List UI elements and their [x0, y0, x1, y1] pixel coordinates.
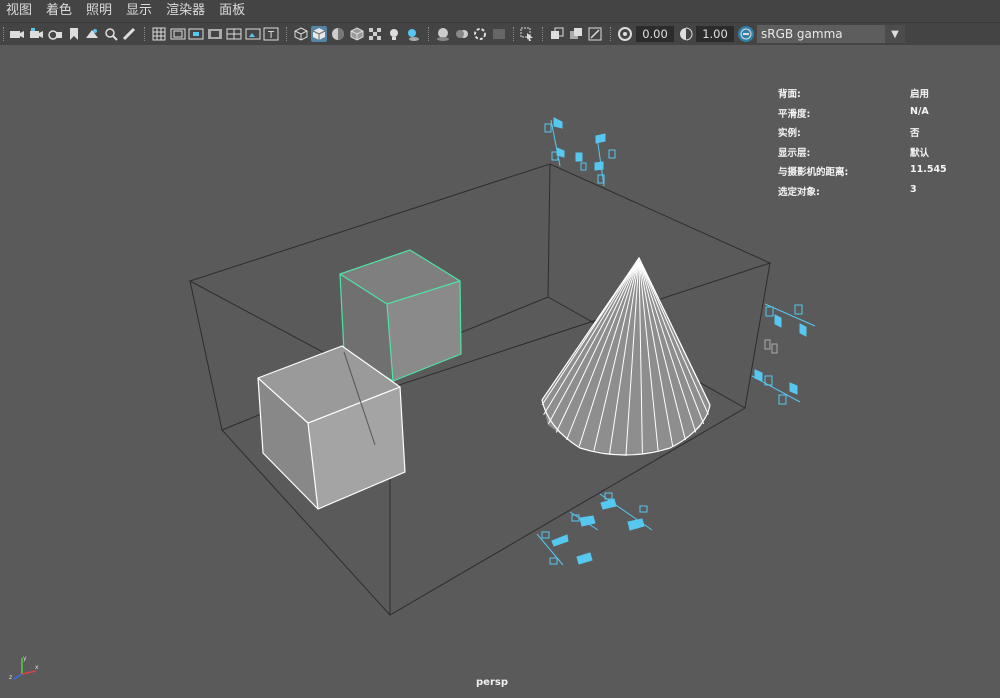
hud-row-backface: 背面: 启用	[778, 86, 978, 106]
view-transform-value: sRGB gamma	[761, 27, 843, 41]
svg-text:x: x	[35, 664, 39, 671]
film-gate-icon[interactable]	[170, 26, 186, 42]
safe-title-icon[interactable]: T	[263, 26, 279, 42]
wireframe-icon[interactable]	[293, 26, 309, 42]
gamma-field[interactable]: 1.00	[696, 26, 734, 42]
grease-pencil-icon[interactable]	[121, 26, 137, 42]
gate-mask-icon[interactable]	[207, 26, 223, 42]
resolution-gate-icon[interactable]	[188, 26, 204, 42]
hud-label: 选定对象:	[778, 186, 820, 198]
wireframe-on-shaded-icon[interactable]	[349, 26, 365, 42]
menu-renderer[interactable]: 渲染器	[160, 0, 213, 22]
3d-viewport[interactable]: 背面: 启用 平滑度: N/A 实例: 否 显示层: 默认 与摄影机的距离: 1…	[0, 45, 1000, 698]
field-chart-icon[interactable]	[226, 26, 242, 42]
view-transform-dropdown[interactable]: sRGB gamma ▼	[757, 25, 905, 43]
panel-toolbar: T 0.00 1.00 sRGB gamma ▼	[0, 22, 1000, 45]
hud-value: N/A	[910, 105, 929, 117]
hud-label: 与摄影机的距离:	[778, 167, 849, 179]
axis-gizmo-icon: y x z	[9, 655, 39, 681]
safe-action-icon[interactable]	[245, 26, 261, 42]
hud-value: 否	[910, 128, 920, 140]
multisample-aa-icon[interactable]	[472, 26, 488, 42]
image-plane-icon[interactable]	[84, 26, 100, 42]
hud-label: 显示层:	[778, 147, 811, 159]
menu-view[interactable]: 视图	[0, 0, 40, 22]
toolbar-separator	[3, 27, 5, 41]
hud-value: 默认	[910, 147, 930, 159]
handle-top[interactable]	[544, 117, 616, 187]
handle-bottom[interactable]	[536, 492, 653, 566]
select-camera-icon[interactable]	[9, 26, 25, 42]
gamma-icon[interactable]	[678, 26, 694, 42]
menu-shading[interactable]: 着色	[40, 0, 80, 22]
hud-label: 背面:	[778, 89, 801, 100]
camera-name-label: persp	[476, 677, 508, 688]
toolbar-separator	[428, 27, 430, 41]
cone[interactable]	[541, 256, 711, 456]
bookmark-icon[interactable]	[66, 26, 82, 42]
hud-value: 11.545	[910, 164, 947, 176]
textured-icon[interactable]	[367, 26, 383, 42]
exposure-field[interactable]: 0.00	[636, 26, 674, 42]
heads-up-display: 背面: 启用 平滑度: N/A 实例: 否 显示层: 默认 与摄影机的距离: 1…	[778, 86, 978, 204]
exposure-icon[interactable]	[617, 26, 633, 42]
toolbar-separator	[542, 27, 544, 41]
toolbar-separator	[610, 27, 612, 41]
screen-space-ao-icon[interactable]	[435, 26, 451, 42]
hud-row-selected-objects: 选定对象: 3	[778, 184, 978, 204]
depth-of-field-icon[interactable]	[491, 26, 507, 42]
isolate-select-icon[interactable]	[519, 26, 535, 42]
viewport-menu-bar: 视图 着色 照明 显示 渲染器 面板	[0, 0, 1000, 22]
svg-text:y: y	[23, 655, 27, 662]
smooth-shade-icon[interactable]	[311, 26, 327, 42]
hud-row-smoothness: 平滑度: N/A	[778, 106, 978, 126]
grid-icon[interactable]	[151, 26, 167, 42]
hud-value: 启用	[910, 89, 930, 100]
hud-row-instance: 实例: 否	[778, 125, 978, 145]
default-material-icon[interactable]	[330, 26, 346, 42]
toolbar-separator	[286, 27, 288, 41]
svg-text:T: T	[267, 30, 275, 41]
hud-row-camera-distance: 与摄影机的距离: 11.545	[778, 164, 978, 184]
menu-show[interactable]: 显示	[120, 0, 160, 22]
bookmarks-icon[interactable]	[47, 26, 63, 42]
menu-panels[interactable]: 面板	[213, 0, 253, 22]
2d-pan-zoom-icon[interactable]	[103, 26, 119, 42]
xray-icon[interactable]	[549, 26, 565, 42]
hud-label: 平滑度:	[778, 108, 811, 120]
toolbar-separator	[144, 27, 146, 41]
hud-row-display-layer: 显示层: 默认	[778, 145, 978, 165]
camera-attributes-icon[interactable]	[29, 26, 45, 42]
hud-value: 3	[910, 183, 917, 195]
svg-text:z: z	[9, 674, 12, 681]
chevron-down-icon[interactable]: ▼	[885, 25, 905, 43]
shadows-icon[interactable]	[405, 26, 421, 42]
xray-joints-icon[interactable]	[587, 26, 603, 42]
xray-active-components-icon[interactable]	[568, 26, 584, 42]
handle-right[interactable]	[751, 303, 816, 405]
color-management-icon[interactable]	[738, 26, 754, 42]
hud-label: 实例:	[778, 128, 801, 140]
menu-lighting[interactable]: 照明	[80, 0, 120, 22]
use-all-lights-icon[interactable]	[386, 26, 402, 42]
motion-blur-icon[interactable]	[454, 26, 470, 42]
toolbar-separator	[513, 27, 515, 41]
